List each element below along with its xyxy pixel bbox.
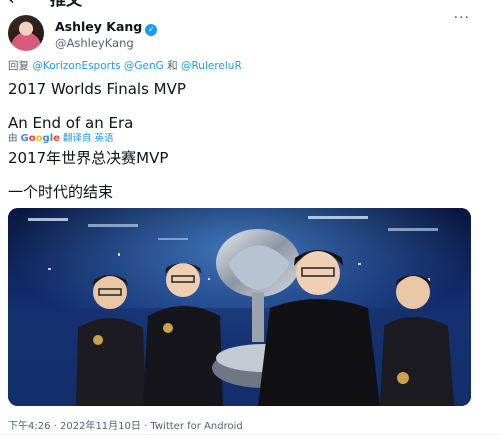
mention-ruler[interactable]: @RulereluR <box>181 60 242 72</box>
photo-illustration <box>8 208 471 406</box>
back-arrow-icon[interactable]: ← <box>8 0 23 9</box>
mention-geng[interactable]: @GenG <box>124 60 164 72</box>
author-display-name[interactable]: Ashley Kang <box>55 19 142 35</box>
reply-prefix: 回复 <box>8 60 29 72</box>
tweet-author[interactable]: Ashley Kang ✓ @AshleyKang <box>55 16 158 51</box>
google-logo: Google <box>20 133 60 144</box>
translation-prefix: 由 <box>8 133 18 144</box>
author-handle[interactable]: @AshleyKang <box>55 36 157 51</box>
divider <box>0 434 500 435</box>
translated-from-link[interactable]: 翻译自 英语 <box>63 133 114 144</box>
reply-joiner: 和 <box>167 60 178 72</box>
more-options-icon[interactable]: ··· <box>454 10 470 26</box>
tweet-text-line-2: An End of an Era <box>8 114 134 132</box>
translated-text-line-1: 2017年世界总决赛MVP <box>8 149 169 167</box>
avatar[interactable] <box>8 15 44 51</box>
tweet-text-line-1: 2017 Worlds Finals MVP <box>8 80 186 98</box>
translation-attribution: 由 Google 翻译自 英语 <box>8 133 113 145</box>
page-title: 推文 <box>50 0 82 9</box>
verified-badge-icon: ✓ <box>145 24 158 36</box>
translated-text-line-2: 一个时代的结束 <box>8 183 114 201</box>
reply-to-line: 回复 @KorizonEsports @GenG 和 @RulereluR <box>8 58 242 73</box>
top-bar: ← 推文 <box>0 0 500 10</box>
mention-korizon[interactable]: @KorizonEsports <box>32 60 120 72</box>
tweet-timestamp[interactable]: 下午4:26 · 2022年11月10日 · Twitter for Andro… <box>8 417 243 432</box>
tweet-photo[interactable] <box>8 208 471 406</box>
